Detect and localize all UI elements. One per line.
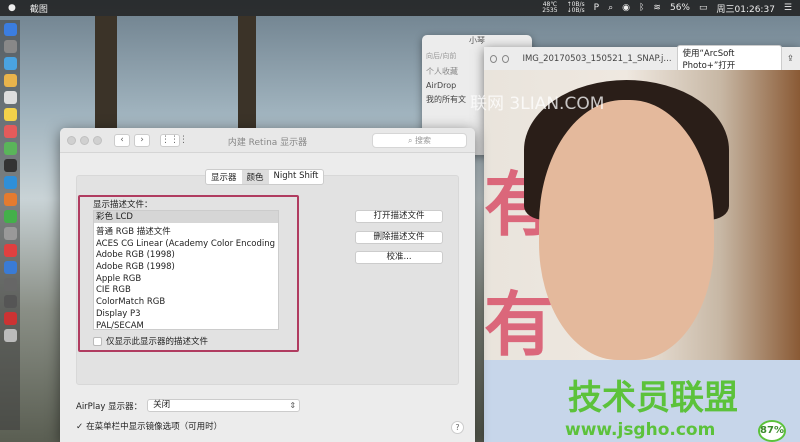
mirror-option-checkbox[interactable]: ✓ 在菜单栏中显示镜像选项（可用时） — [76, 421, 222, 433]
app-icon[interactable] — [3, 261, 17, 274]
open-profile-button[interactable]: 打开描述文件 — [355, 210, 443, 223]
profile-item[interactable]: Adobe RGB (1998) — [94, 250, 278, 262]
app-icon[interactable] — [3, 295, 17, 308]
wechat-icon[interactable] — [3, 210, 17, 223]
app-icon[interactable] — [3, 74, 17, 87]
profile-item[interactable]: 普通 RGB 描述文件 — [94, 227, 278, 239]
show-all-grid-icon[interactable]: ⋮⋮⋮ — [160, 133, 188, 147]
profile-item[interactable]: Display P3 — [94, 309, 278, 321]
profile-item[interactable]: CIE RGB — [94, 285, 278, 297]
finder-nav-label[interactable]: 向后/向前 — [426, 51, 456, 61]
battery-percent[interactable]: 56% — [670, 3, 690, 13]
help-button[interactable]: ? — [451, 421, 464, 434]
notification-center-icon[interactable]: ☰ — [784, 3, 792, 13]
zoom-button[interactable] — [93, 135, 102, 145]
finder-section: 个人收藏 — [426, 67, 458, 76]
open-with-button[interactable]: 使用“ArcSoft Photo+”打开 — [676, 44, 782, 73]
tab-night-shift[interactable]: Night Shift — [269, 170, 324, 184]
tab-bar: 显示器 颜色 Night Shift — [205, 169, 325, 185]
minimize-button[interactable] — [80, 135, 89, 145]
mirror-option-label: 在菜单栏中显示镜像选项（可用时） — [86, 422, 223, 432]
back-button[interactable]: ‹ — [114, 133, 130, 147]
menu-app-name[interactable]: 截图 — [30, 2, 48, 15]
app-icon[interactable] — [3, 312, 17, 325]
only-this-display-checkbox[interactable]: 仅显示此显示器的描述文件 — [93, 335, 208, 347]
profile-selected[interactable]: 彩色 LCD — [94, 211, 278, 223]
close-icon[interactable] — [490, 54, 498, 63]
search-placeholder: 搜索 — [415, 136, 432, 145]
app-icon[interactable] — [3, 193, 17, 206]
checkbox[interactable] — [93, 336, 102, 346]
wifi-icon[interactable]: ≋ — [653, 3, 661, 13]
watermark-brand: 技术员联盟 — [568, 378, 738, 418]
calibrate-button[interactable]: 校准... — [355, 251, 443, 264]
search-input[interactable]: ⌕ 搜索 — [372, 133, 467, 148]
menu-bar: ● 截图 48℃ 2535 ↑0B/s ↓0B/s P ⌕ ◉ ᛒ ≋ 56% ▭ … — [0, 0, 800, 16]
delete-profile-button[interactable]: 删除描述文件 — [355, 231, 443, 244]
quicklook-filename: IMG_20170503_150521_1_SNAP.j... — [522, 53, 672, 64]
tree-trunk — [95, 16, 117, 146]
watermark-url: www.jsgho.com — [565, 420, 716, 440]
fan-text: 2535 — [542, 7, 558, 14]
network-status[interactable]: ↑0B/s ↓0B/s — [567, 2, 585, 14]
tab-display[interactable]: 显示器 — [206, 170, 242, 184]
finder-item-airdrop[interactable]: AirDrop — [426, 79, 466, 93]
profile-item[interactable]: PAL/SECAM — [94, 321, 278, 330]
forward-button[interactable]: › — [134, 133, 150, 147]
apple-icon[interactable]: ● — [8, 3, 16, 13]
airplay-label: AirPlay 显示器： — [76, 401, 143, 412]
badge: 87% — [758, 420, 786, 442]
airplay-select[interactable]: 关闭 — [147, 399, 301, 412]
terminal-icon[interactable] — [3, 159, 17, 172]
profile-item[interactable]: ColorMatch RGB — [94, 297, 278, 309]
close-button[interactable] — [67, 135, 76, 145]
display-preferences-window: ‹ › ⋮⋮⋮ 内建 Retina 显示器 ⌕ 搜索 显示器 颜色 Night … — [60, 128, 475, 442]
calendar-icon[interactable] — [3, 91, 17, 104]
app-icon[interactable] — [3, 176, 17, 189]
checkmark-icon[interactable]: ✓ — [76, 421, 83, 433]
app-icon[interactable] — [3, 125, 17, 138]
profile-item[interactable]: Adobe RGB (1998) — [94, 262, 278, 274]
clock[interactable]: 周三01:26:37 — [717, 2, 775, 15]
dock — [0, 20, 20, 430]
tree-trunk — [238, 16, 256, 136]
background-sign: 有 — [484, 284, 554, 366]
temperature-status[interactable]: 48℃ 2535 — [542, 2, 557, 14]
net-down-text: ↓0B/s — [566, 7, 585, 14]
profile-label: 显示描述文件： — [93, 200, 153, 210]
profile-item[interactable]: ACES CG Linear (Academy Color Encoding S… — [94, 239, 278, 251]
finder-title: 小琴 — [469, 36, 485, 45]
battery-icon[interactable]: ▭ — [699, 3, 708, 13]
app-icon[interactable] — [3, 227, 17, 240]
safari-icon[interactable] — [3, 57, 17, 70]
profile-item[interactable]: Apple RGB — [94, 274, 278, 286]
profile-list[interactable]: 彩色 LCD 普通 RGB 描述文件 ACES CG Linear (Acade… — [93, 210, 279, 330]
bluetooth-icon[interactable]: ᛒ — [639, 3, 644, 13]
search-icon[interactable]: ⌕ — [608, 3, 613, 13]
launchpad-icon[interactable] — [3, 40, 17, 53]
fullscreen-icon[interactable] — [502, 54, 510, 63]
share-icon[interactable]: ⇪ — [787, 54, 794, 64]
photo-face — [539, 100, 714, 360]
finder-item-all-files[interactable]: 我的所有文 — [426, 93, 466, 107]
finder-icon[interactable] — [3, 23, 17, 36]
notes-icon[interactable] — [3, 108, 17, 121]
app-icon[interactable] — [3, 142, 17, 155]
watermark-3lian: 联网 3LIAN.COM — [470, 94, 605, 114]
system-preferences-icon[interactable] — [3, 278, 17, 291]
tab-color[interactable]: 颜色 — [241, 170, 269, 184]
only-this-display-label: 仅显示此显示器的描述文件 — [106, 337, 209, 347]
app-icon[interactable] — [3, 244, 17, 257]
trash-icon[interactable] — [3, 329, 17, 342]
siri-icon[interactable]: ◉ — [622, 3, 630, 13]
airplay-row: AirPlay 显示器： 关闭 — [76, 399, 301, 412]
status-icon[interactable]: P — [594, 3, 599, 13]
